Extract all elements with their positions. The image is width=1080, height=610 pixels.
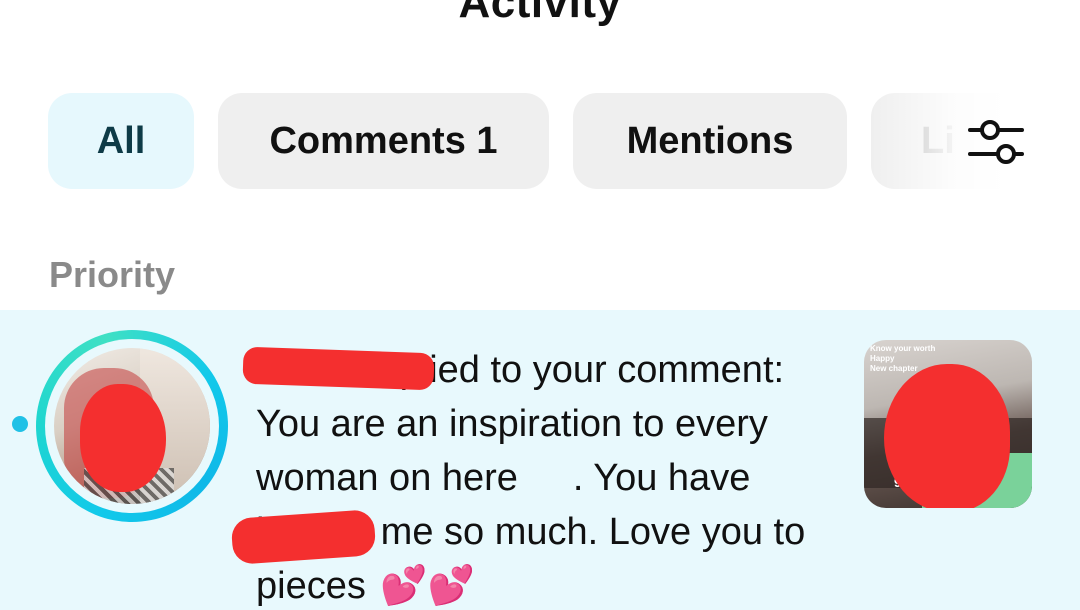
tab-all-label: All — [96, 119, 146, 162]
avatar[interactable] — [36, 330, 228, 522]
redaction-mark — [242, 346, 435, 391]
section-priority-label: Priority — [49, 254, 176, 295]
post-thumbnail[interactable]: Know your worth Happy New chapter 9 m — [864, 340, 1032, 508]
filter-button[interactable] — [964, 114, 1028, 170]
avatar-ring-gap — [45, 339, 219, 513]
sliders-icon — [968, 120, 1024, 164]
thumbnail-caption-line: Happy — [870, 354, 895, 363]
redaction-mark — [884, 364, 1010, 508]
tab-mentions[interactable]: Mentions — [573, 93, 847, 189]
redacted-mention[interactable]: Wi — [529, 451, 573, 505]
thumbnail-caption-line: Know your worth — [870, 344, 936, 353]
redaction-mark — [80, 384, 166, 492]
avatar-photo — [54, 348, 210, 504]
page-title: Activity — [458, 0, 622, 27]
tab-comments-label: Comments 1 — [269, 119, 498, 162]
tab-mentions-label: Mentions — [626, 119, 794, 162]
tab-comments[interactable]: Comments 1 — [218, 93, 549, 189]
tab-all[interactable]: All — [48, 93, 194, 189]
heart-emoji-icon: 💕💕 — [380, 565, 476, 607]
unread-dot — [12, 416, 28, 432]
tab-likes-label: Li — [921, 119, 955, 162]
